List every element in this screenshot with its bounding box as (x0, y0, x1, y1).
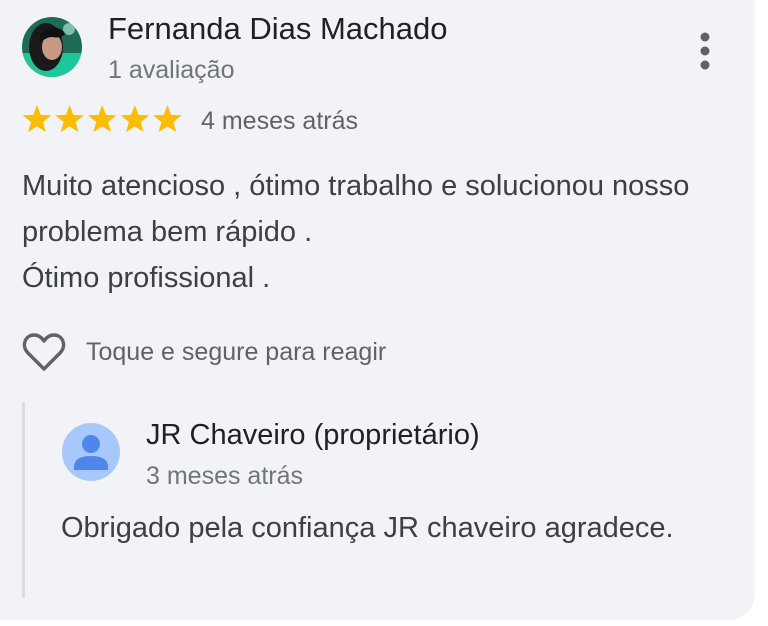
star-icon (120, 105, 150, 133)
star-rating (22, 104, 192, 136)
reviewer-name[interactable]: Fernanda Dias Machado (108, 10, 447, 48)
reviewer-photo (22, 17, 82, 77)
star-icon (55, 105, 84, 133)
star-icon (87, 105, 117, 133)
reviewer-avatar[interactable] (22, 17, 82, 77)
owner-reply-text: Obrigado pela confiança JR chaveiro agra… (61, 512, 674, 544)
review-text: Muito atencioso , ótimo trabalho e soluc… (22, 170, 690, 294)
more-vert-icon[interactable] (690, 30, 720, 72)
star-icon (22, 105, 52, 133)
review-time: 4 meses atrás (201, 107, 359, 135)
review-card: Fernanda Dias Machado 1 avaliação 4 mese… (0, 0, 755, 620)
person-icon[interactable] (62, 423, 120, 481)
react-hint[interactable]: Toque e segure para reagir (86, 336, 386, 368)
reviewer-review-count: 1 avaliação (108, 56, 235, 84)
star-icon (153, 105, 182, 133)
owner-reply-time: 3 meses atrás (146, 462, 304, 490)
heart-icon[interactable] (22, 331, 66, 373)
reply-divider (22, 402, 25, 598)
owner-name: JR Chaveiro (proprietário) (146, 419, 480, 451)
